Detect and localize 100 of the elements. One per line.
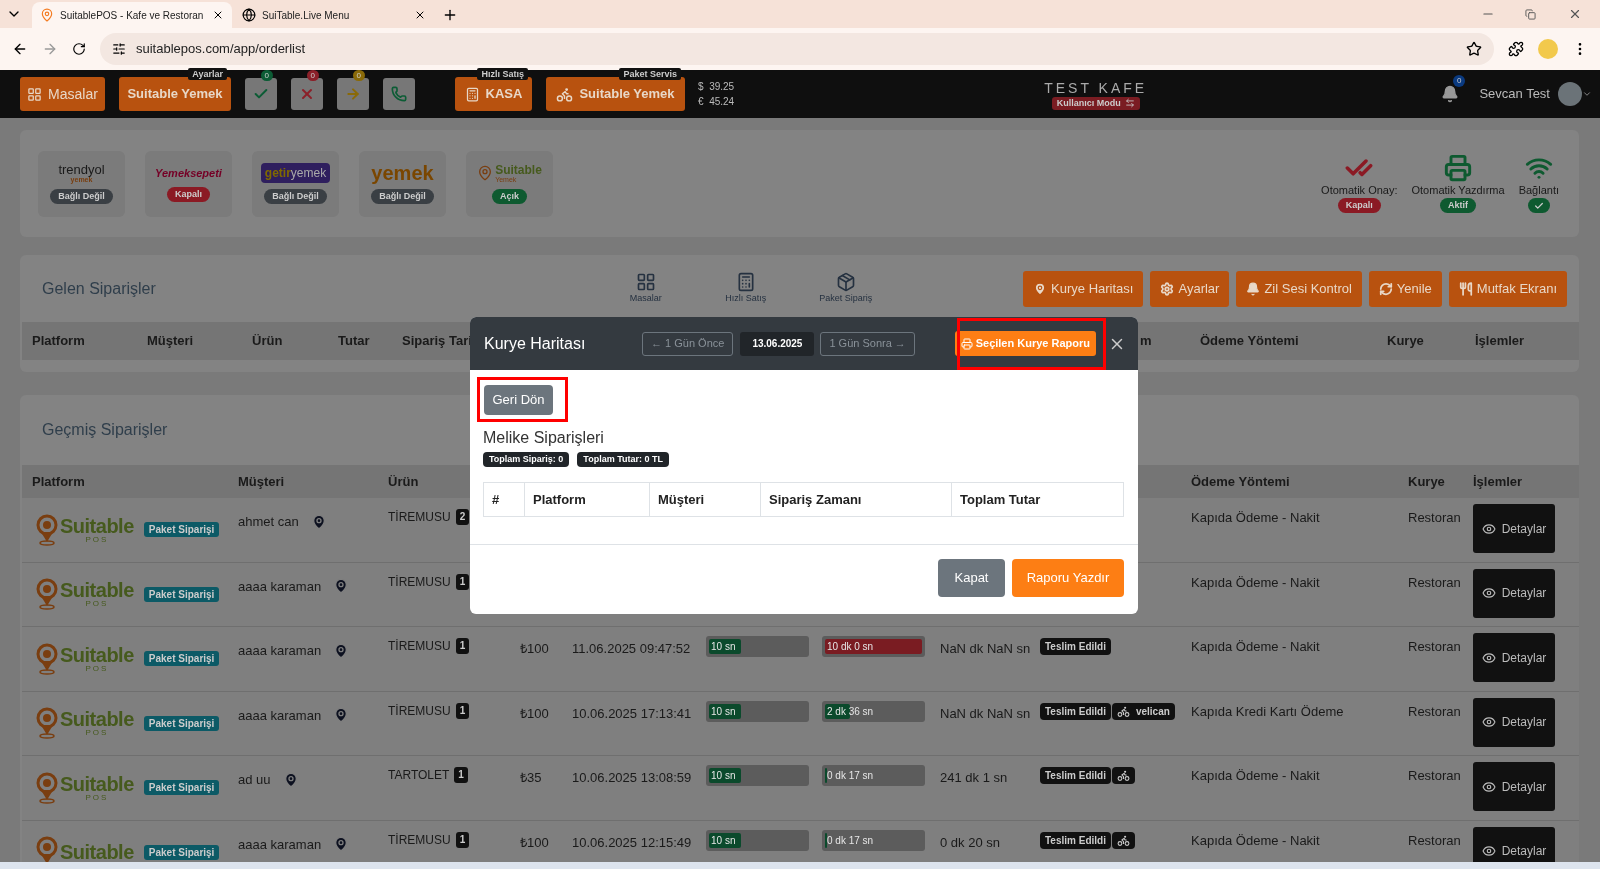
payment-method: Kapıda Ödeme - Nakit: [1190, 831, 1321, 850]
suitable-pos-logo: Suitable POS: [36, 578, 134, 611]
modal-title: Kurye Haritası: [484, 333, 587, 354]
setting-toggle[interactable]: Otomatik Yazdırma Aktif: [1411, 153, 1505, 214]
order-date: 10.06.2025 13:08:59: [571, 769, 693, 787]
status-badge: Bağlı Değil: [371, 189, 434, 204]
shortcut-link[interactable]: Masalar: [615, 271, 676, 306]
browser-tab[interactable]: SuitablePOS - Kafe ve Restoran: [32, 2, 232, 28]
summary-badge: Toplam Sipariş: 0: [483, 452, 570, 467]
platform-tile[interactable]: yemek Bağlı Değil: [359, 150, 446, 217]
setting-label: Otomatik Onay:: [1321, 182, 1398, 198]
shortcut-link[interactable]: Hızlı Satış: [715, 271, 776, 306]
platform-tile[interactable]: getiryemek Bağlı Değil: [252, 150, 339, 217]
details-button[interactable]: Detaylar: [1473, 568, 1555, 618]
courier-name: Restoran: [1407, 702, 1462, 721]
action-button[interactable]: Kurye Haritası: [1023, 270, 1144, 307]
delivery-duration: NaN dk NaN sn: [939, 640, 1030, 658]
progress-label: 10 sn: [711, 769, 736, 783]
tab-title: SuitablePOS - Kafe ve Restoran: [60, 8, 205, 23]
customer-name: aaaa karaman: [238, 642, 322, 660]
order-date: 10.06.2025 12:15:49: [571, 833, 693, 852]
status-badge: Bağlı Değil: [264, 189, 327, 204]
user-mode-badge[interactable]: Kullanıcı Modu: [1051, 96, 1140, 110]
payment-method: Kapıda Ödeme - Nakit: [1190, 767, 1321, 785]
details-button[interactable]: Detaylar: [1473, 504, 1555, 553]
delivery-duration: 0 dk 20 sn: [939, 833, 1001, 852]
suitable-pos-logo: Suitable POS: [36, 642, 134, 675]
details-button[interactable]: Detaylar: [1473, 633, 1555, 682]
quantity-badge: 1: [455, 702, 470, 719]
status-badge: Açık: [492, 188, 527, 204]
delivery-button[interactable]: Suitable Yemek: [546, 77, 685, 111]
courier-name: Restoran: [1407, 509, 1462, 527]
courier-name: Restoran: [1407, 638, 1462, 656]
status-badge: Bağlı Değil: [50, 189, 113, 204]
courier-name: Restoran: [1407, 767, 1462, 785]
details-button[interactable]: Detaylar: [1473, 697, 1555, 747]
order-type-badge: Paket Siparişi: [143, 715, 220, 731]
url-text: suitablepos.com/app/orderlist: [136, 40, 306, 59]
column-header: Ürün: [251, 332, 284, 351]
status-badge: Aktif: [1440, 198, 1477, 214]
order-type-badge: Paket Siparişi: [143, 844, 220, 860]
order-type-badge: Paket Siparişi: [143, 586, 220, 602]
column-header: Ürün: [387, 472, 420, 491]
platform-logo: Yemeksepeti: [155, 165, 222, 181]
button-tag: Ayarlar: [188, 68, 227, 80]
details-button[interactable]: Detaylar: [1473, 762, 1555, 811]
next-day-button[interactable]: 1 Gün Sonra →: [820, 331, 915, 356]
progress-label: 10 sn: [711, 640, 736, 654]
tab-title: SuiTable.Live Menu: [262, 8, 351, 23]
column-header: Platform: [31, 332, 86, 351]
product-name: TİREMUSU: [388, 702, 451, 720]
courier-badge: velican: [1111, 702, 1175, 720]
section-title: Geçmiş Siparişler: [42, 420, 168, 440]
print-report-button[interactable]: Raporu Yazdır: [1012, 559, 1124, 597]
progress-label: 10 dk 0 sn: [827, 640, 874, 654]
user-name[interactable]: Sevcan Test: [1479, 84, 1550, 104]
platform-tile[interactable]: Yemeksepeti Kapalı: [145, 150, 232, 217]
courier-name: Restoran: [1407, 831, 1462, 850]
delivery-duration: 241 dk 1 sn: [939, 769, 1009, 787]
column-header: Müşteri: [146, 332, 195, 351]
setting-toggle[interactable]: Bağlantı: [1518, 153, 1559, 214]
suitable-pos-logo: Suitable POS: [36, 707, 134, 740]
customer-name: aaaa karaman: [238, 835, 322, 854]
shortcut-link[interactable]: Paket Sipariş: [815, 271, 876, 306]
setting-toggle[interactable]: Otomatik Onay: Kapalı: [1321, 153, 1398, 214]
progress-label: 10 sn: [711, 704, 736, 719]
browser-tab[interactable]: SuiTable.Live Menu: [234, 2, 434, 28]
tables-button[interactable]: Masalar: [20, 77, 105, 111]
column-header: Müşteri: [649, 483, 760, 516]
product-name: TİREMUSU: [388, 573, 451, 591]
order-amount: ₺100: [519, 640, 550, 658]
column-header: #: [491, 490, 501, 509]
action-button[interactable]: Ayarlar: [1150, 270, 1230, 307]
customer-name: ad uu: [238, 771, 271, 789]
suitable-pos-logo: Suitable POS: [36, 513, 134, 546]
column-header: Kurye: [1386, 332, 1425, 351]
progress-label: 2 dk 36 sn: [827, 704, 874, 719]
progress-label: 10 sn: [711, 833, 736, 848]
status-badge: Teslim Edildi: [1040, 831, 1111, 849]
quantity-badge: 1: [454, 767, 468, 783]
action-button[interactable]: Mutfak Ekranı: [1448, 270, 1567, 307]
suitable-pos-logo: Suitable POS: [36, 771, 134, 804]
action-button[interactable]: Yenile: [1368, 270, 1442, 307]
column-header: Platform: [524, 483, 649, 516]
order-date: 10.06.2025 17:13:41: [571, 704, 693, 723]
courier-report-button[interactable]: Seçilen Kurye Raporu: [954, 331, 1096, 356]
column-header: Tutar: [337, 332, 371, 351]
platform-logo: getiryemek: [260, 163, 331, 183]
quantity-badge: 1: [455, 573, 470, 590]
action-button[interactable]: Zil Sesi Kontrol: [1236, 270, 1362, 307]
quantity-badge: 2: [455, 509, 470, 525]
address-bar[interactable]: suitablepos.com/app/orderlist: [100, 33, 1494, 65]
suitable-pos-logo: Suitable: [36, 836, 134, 862]
close-button[interactable]: Kapat: [938, 559, 1005, 597]
status-badge: Kapalı: [1337, 198, 1381, 214]
date-pill: 13.06.2025: [740, 331, 815, 356]
previous-day-button[interactable]: ← 1 Gün Önce: [642, 331, 734, 356]
back-button[interactable]: Geri Dön: [484, 385, 553, 415]
column-header: m: [1139, 332, 1153, 351]
details-button[interactable]: Detaylar: [1473, 826, 1555, 862]
